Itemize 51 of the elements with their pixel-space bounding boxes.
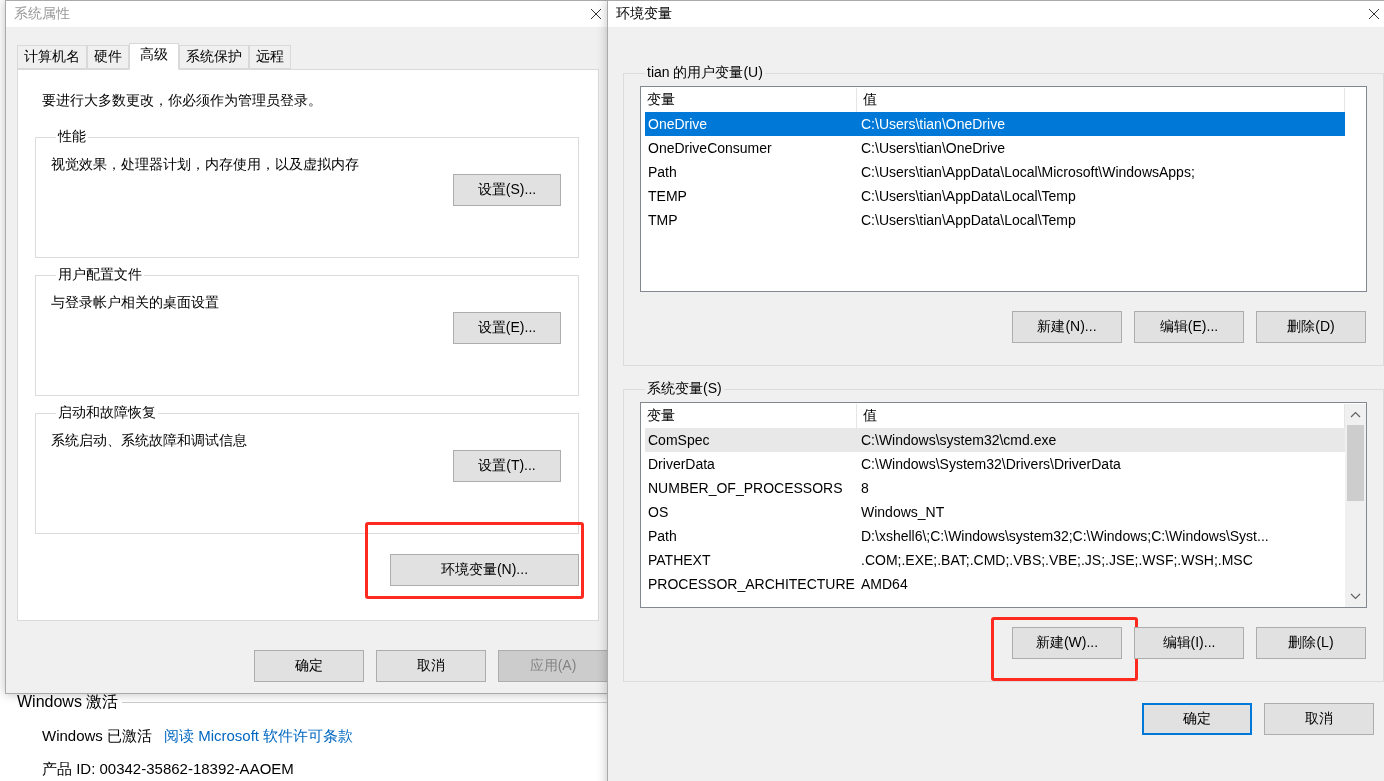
settings-button[interactable]: 设置(E)... — [453, 312, 561, 344]
button[interactable]: 新建(N)... — [1012, 311, 1122, 343]
tab[interactable]: 高级 — [129, 43, 179, 70]
activation-status: Windows 已激活 — [42, 727, 153, 746]
tab[interactable]: 计算机名 — [17, 45, 87, 69]
group-title: 性能 — [56, 128, 87, 146]
button[interactable]: 编辑(E)... — [1134, 311, 1244, 343]
tab[interactable]: 远程 — [249, 45, 291, 69]
dialog-button[interactable]: 取消 — [1264, 703, 1374, 735]
column-header[interactable]: 值 — [857, 404, 1344, 428]
tab[interactable]: 系统保护 — [179, 45, 249, 69]
notice-text: 要进行大多数更改，你必须作为管理员登录。 — [41, 92, 323, 110]
variable-row[interactable]: OneDriveConsumer C:\Users\tian\OneDrive — [645, 136, 1345, 160]
variable-row[interactable]: OS Windows_NT — [645, 500, 1345, 524]
variable-row[interactable]: Path D:\xshell6\;C:\Windows\system32;C:\Windows;C:\Windows\Syst... — [645, 524, 1345, 548]
button[interactable]: 删除(D) — [1256, 311, 1366, 343]
variable-row[interactable]: Path C:\Users\tian\AppData\Local\Microsoft\WindowsApps; — [645, 160, 1345, 184]
window-title: 环境变量 — [616, 5, 672, 23]
button[interactable]: 新建(W)... — [1012, 627, 1122, 659]
tab[interactable]: 硬件 — [87, 45, 129, 69]
license-link[interactable]: 阅读 Microsoft 软件许可条款 — [164, 727, 354, 746]
section-title: Windows 激活 — [17, 692, 119, 712]
group-title: 系统变量(S) — [646, 380, 723, 398]
window-title: 系统属性 — [14, 5, 70, 23]
variable-row[interactable]: DriverData C:\Windows\System32\Drivers\DriverData — [645, 452, 1345, 476]
variable-row[interactable]: PROCESSOR_ARCHITECTURE AMD64 — [645, 572, 1345, 596]
variable-row[interactable]: PATHEXT .COM;.EXE;.BAT;.CMD;.VBS;.VBE;.JS;.JSE;.WSF;.WSH;.MSC — [645, 548, 1345, 572]
dialog-button[interactable]: 取消 — [376, 650, 486, 682]
group-description: 与登录帐户相关的桌面设置 — [51, 294, 220, 312]
product-id: 产品 ID: 00342-35862-18392-AAOEM — [42, 760, 294, 779]
group-title: tian 的用户变量(U) — [646, 64, 764, 82]
dialog-button[interactable]: 确定 — [1142, 703, 1252, 735]
variable-row[interactable]: NUMBER_OF_PROCESSORS 8 — [645, 476, 1345, 500]
scrollbar[interactable] — [1345, 404, 1366, 607]
close-icon[interactable] — [590, 8, 602, 20]
close-icon[interactable] — [1368, 8, 1380, 20]
column-header[interactable]: 值 — [857, 88, 1344, 112]
variable-row[interactable]: OneDrive C:\Users\tian\OneDrive — [645, 112, 1345, 136]
environment-variables-button[interactable]: 环境变量(N)... — [390, 554, 579, 586]
settings-button[interactable]: 设置(T)... — [453, 450, 561, 482]
group-description: 系统启动、系统故障和调试信息 — [51, 432, 248, 450]
button[interactable]: 删除(L) — [1256, 627, 1366, 659]
variable-row[interactable]: TEMP C:\Users\tian\AppData\Local\Temp — [645, 184, 1345, 208]
group-title: 启动和故障恢复 — [57, 404, 157, 422]
variable-row[interactable]: ComSpec C:\Windows\system32\cmd.exe — [645, 428, 1345, 452]
variable-row[interactable]: TMP C:\Users\tian\AppData\Local\Temp — [645, 208, 1345, 232]
button[interactable]: 编辑(I)... — [1134, 627, 1244, 659]
group-description: 视觉效果，处理器计划，内存使用，以及虚拟内存 — [51, 156, 360, 174]
dialog-button[interactable]: 确定 — [254, 650, 364, 682]
settings-button[interactable]: 设置(S)... — [453, 174, 561, 206]
group-title: 用户配置文件 — [57, 266, 143, 284]
